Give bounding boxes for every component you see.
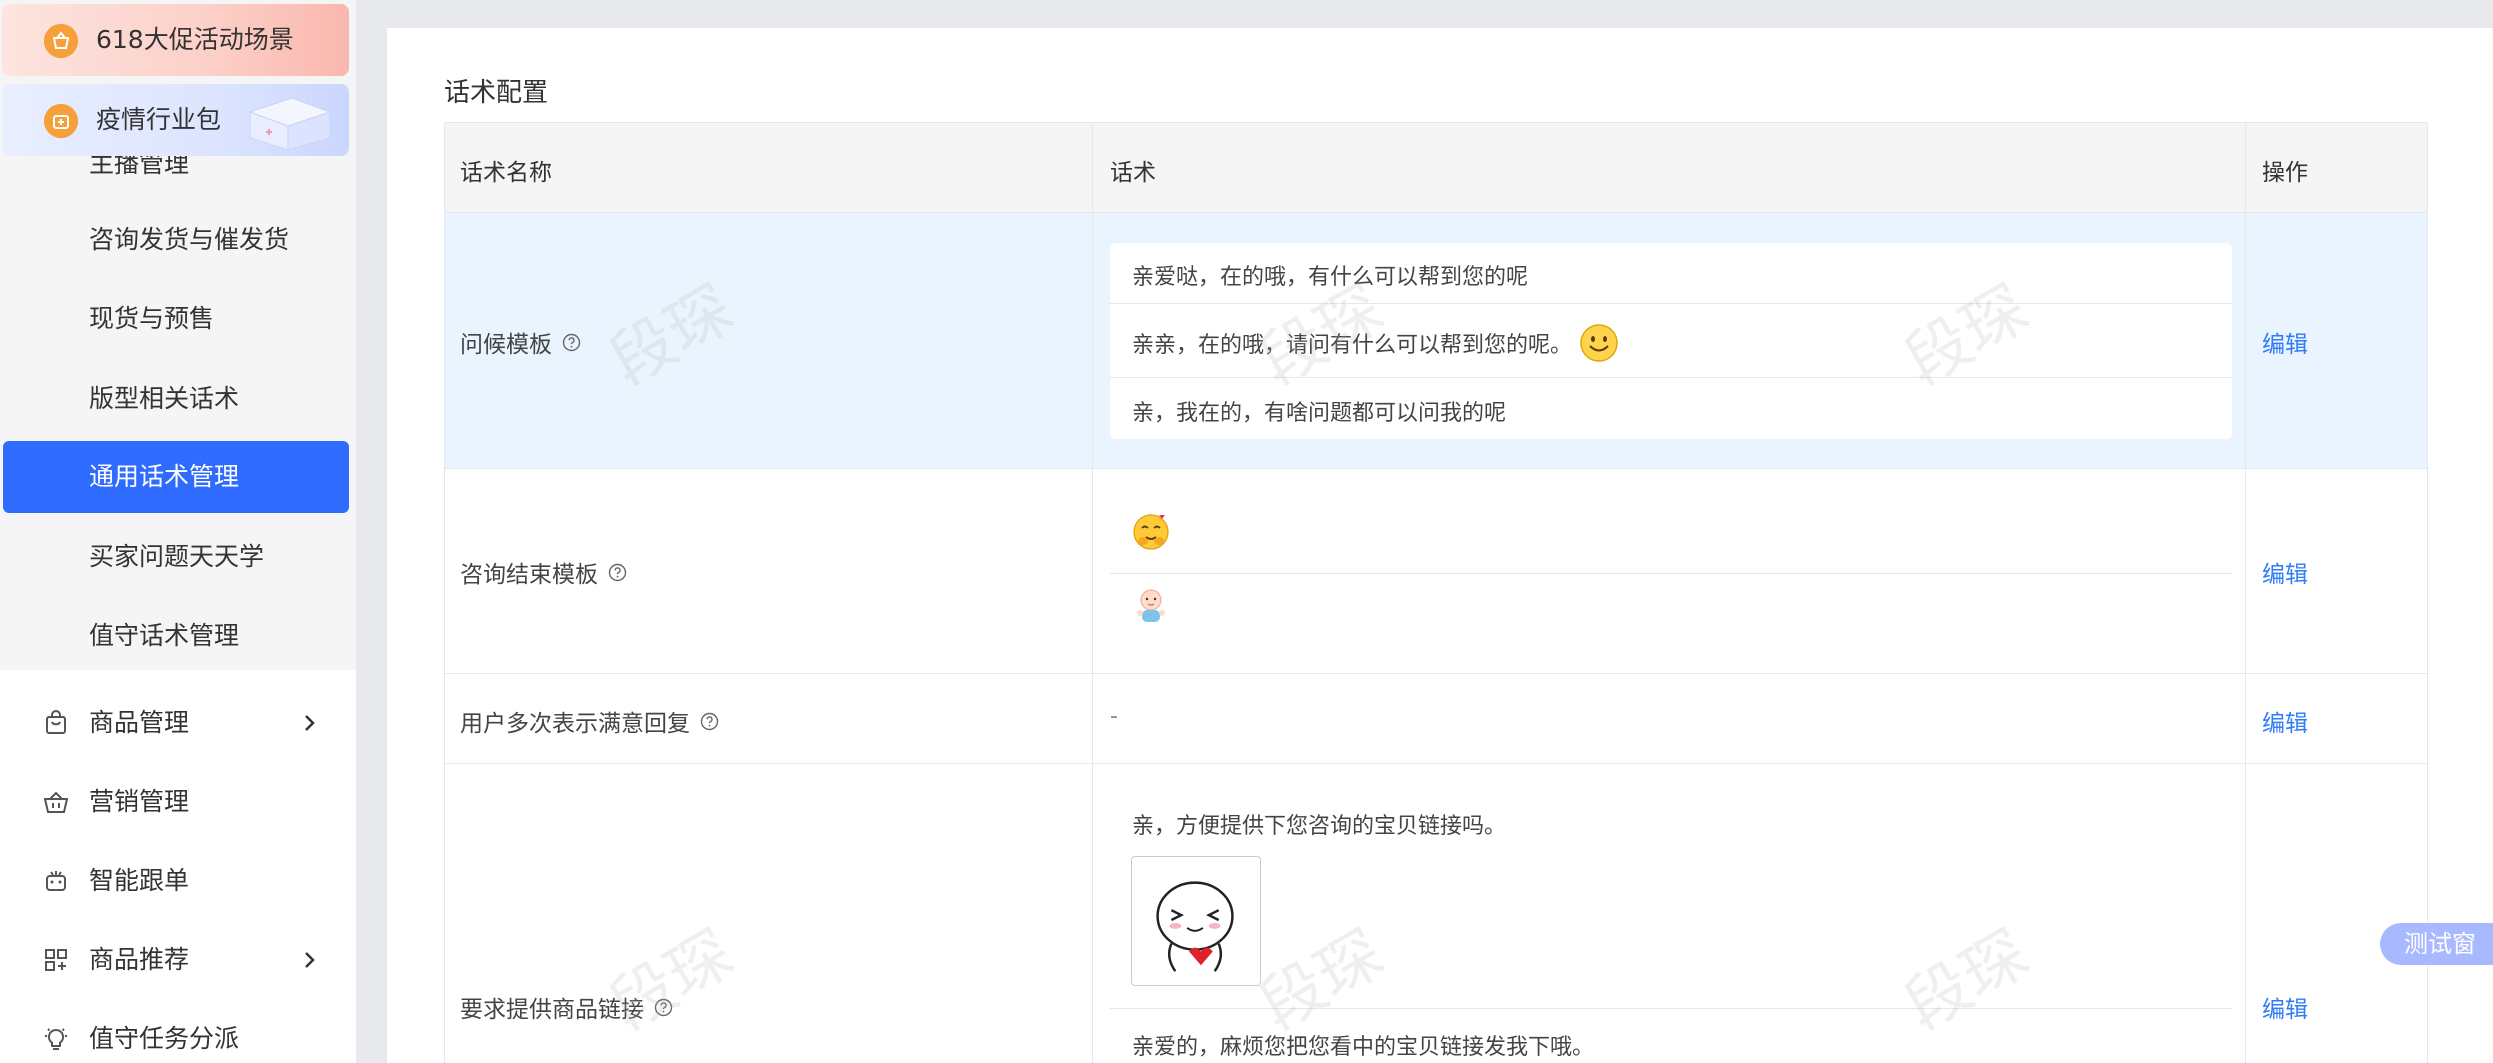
baby-emoji-icon — [1131, 585, 1171, 629]
sidebar-item-fit-scripts[interactable]: 版型相关话术 — [3, 363, 349, 435]
bulb-icon — [42, 1025, 70, 1053]
script-text: 亲，我在的，有啥问题都可以问我的呢 — [1132, 401, 1507, 426]
menu-smart-followup-label: 智能跟单 — [89, 866, 190, 895]
edit-link[interactable]: 编辑 — [2262, 990, 2308, 1024]
sidebar: 主播管理 咨询发货与催发货 现货与预售 版型相关话术 通用话术管理 买家问题天天… — [0, 0, 356, 1063]
menu-product-recommend-label: 商品推荐 — [89, 945, 190, 974]
table-row: 咨询结束模板 编辑 — [445, 469, 2427, 674]
table-header: 话术名称 话术 操作 — [445, 123, 2427, 213]
menu-marketing-management-label: 营销管理 — [89, 787, 190, 816]
script-text: 亲爱的，麻烦您把您看中的宝贝链接发我下哦。 — [1132, 1035, 1595, 1060]
basket-icon — [42, 788, 70, 816]
divider — [1110, 573, 2232, 574]
column-divider — [2245, 123, 2246, 1063]
table-row: 用户多次表示满意回复 - 编辑 — [445, 674, 2427, 764]
column-header-script: 话术 — [1110, 160, 1156, 186]
edit-link[interactable]: 编辑 — [2262, 325, 2308, 359]
script-empty: - — [1110, 704, 1118, 729]
row-name: 问候模板 — [460, 325, 581, 359]
grid-icon — [42, 946, 70, 974]
sidebar-item-daily-learning[interactable]: 买家问题天天学 — [3, 521, 349, 593]
edit-link[interactable]: 编辑 — [2262, 704, 2308, 738]
chevron-right-icon — [300, 949, 320, 971]
menu-smart-followup[interactable]: 智能跟单 — [0, 845, 356, 917]
shopping-basket-icon — [44, 24, 78, 58]
menu-product-management[interactable]: 商品管理 — [0, 687, 356, 759]
sidebar-item-duty-scripts[interactable]: 值守话术管理 — [3, 600, 349, 672]
question-circle-icon[interactable] — [608, 563, 627, 582]
promo-epidemic[interactable]: 疫情行业包 — [2, 84, 349, 156]
row-name: 用户多次表示满意回复 — [460, 704, 719, 738]
sidebar-item-general-scripts[interactable]: 通用话术管理 — [3, 441, 349, 513]
menu-product-management-label: 商品管理 — [89, 708, 190, 737]
question-circle-icon[interactable] — [700, 712, 719, 731]
edit-link[interactable]: 编辑 — [2262, 555, 2308, 589]
promo-618-label: 618大促活动场景 — [96, 25, 294, 54]
sidebar-item-stock-presale[interactable]: 现货与预售 — [3, 283, 349, 355]
promo-618[interactable]: 618大促活动场景 — [2, 4, 349, 76]
test-window-button[interactable]: 测试窗 — [2380, 923, 2493, 965]
medical-kit-icon — [44, 104, 78, 138]
table-row: 要求提供商品链接 亲，方便提供下您咨询的宝贝链接吗。 亲爱的，麻烦您把您看中的宝… — [445, 764, 2427, 1063]
column-header-name: 话术名称 — [460, 160, 552, 186]
menu-duty-task-dispatch[interactable]: 值守任务分派 — [0, 1003, 356, 1063]
chevron-right-icon — [300, 712, 320, 734]
hug-emoji-icon — [1131, 511, 1171, 555]
gift-box-icon — [232, 90, 344, 151]
bag-icon — [42, 709, 70, 737]
scripts-table: 话术名称 话术 操作 问候模板 亲爱哒，在的哦，有什么可以帮到您的呢 亲亲，在的… — [444, 122, 2428, 1063]
menu-product-recommend[interactable]: 商品推荐 — [0, 924, 356, 996]
section-title: 话术配置 — [444, 78, 549, 108]
menu-marketing-management[interactable]: 营销管理 — [0, 766, 356, 838]
column-divider — [1092, 123, 1093, 1063]
promo-epidemic-label: 疫情行业包 — [96, 105, 222, 134]
column-header-action: 操作 — [2262, 160, 2308, 186]
row-name: 咨询结束模板 — [460, 555, 627, 589]
smile-emoji-icon — [1579, 323, 1619, 369]
sidebar-item-shipping-inquiry[interactable]: 咨询发货与催发货 — [3, 204, 349, 276]
question-circle-icon[interactable] — [562, 333, 581, 352]
menu-duty-task-dispatch-label: 值守任务分派 — [89, 1024, 240, 1053]
robot-icon — [42, 867, 70, 895]
script-text: 亲，方便提供下您咨询的宝贝链接吗。 — [1132, 814, 1507, 839]
